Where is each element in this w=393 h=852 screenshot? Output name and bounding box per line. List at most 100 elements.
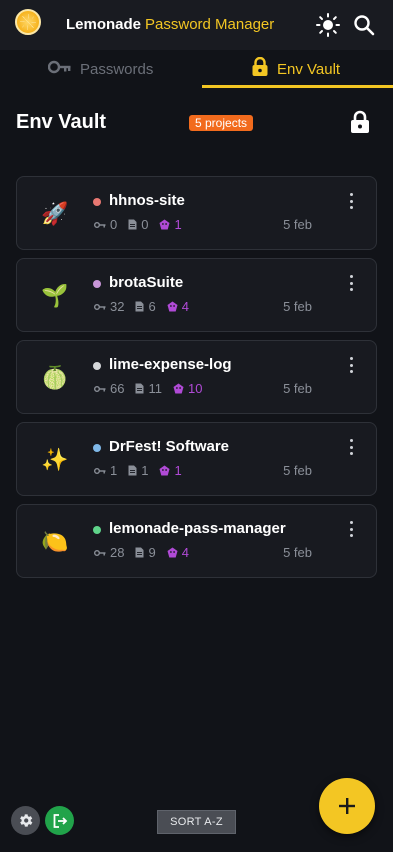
member-count-value: 4 — [181, 545, 189, 560]
app-title: Lemonade Password Manager — [66, 16, 274, 33]
file-count: 6 — [135, 299, 156, 314]
active-tab-indicator — [202, 85, 393, 88]
file-icon — [135, 301, 144, 312]
key-count: 28 — [94, 545, 124, 560]
add-project-button[interactable] — [319, 778, 375, 834]
file-count-value: 6 — [148, 299, 156, 314]
key-icon — [94, 385, 106, 392]
project-emoji-icon: ✨ — [41, 447, 69, 472]
more-options-icon[interactable] — [348, 439, 354, 455]
page-title: Env Vault — [16, 111, 107, 133]
key-icon — [94, 303, 106, 310]
file-icon — [135, 383, 144, 394]
key-count: 0 — [94, 217, 117, 232]
member-count: 1 — [159, 463, 182, 478]
key-count: 66 — [94, 381, 124, 396]
members-icon — [159, 465, 170, 476]
file-count-value: 9 — [148, 545, 156, 560]
key-count-value: 32 — [110, 299, 125, 314]
lock-icon — [251, 56, 269, 81]
project-date: 5 feb — [283, 217, 312, 232]
file-count: 0 — [128, 217, 148, 232]
app-header: Lemonade Password Manager — [0, 0, 393, 50]
file-count: 1 — [128, 463, 148, 478]
project-emoji-icon: 🚀 — [41, 201, 69, 226]
project-emoji-icon: 🍋 — [41, 529, 69, 554]
more-options-icon[interactable] — [348, 275, 354, 291]
project-stats: 28 9 4 — [94, 545, 200, 560]
more-options-icon[interactable] — [348, 521, 354, 537]
file-count-value: 11 — [148, 381, 162, 396]
plus-icon — [339, 798, 355, 814]
project-name: lemonade-pass-manager — [109, 520, 286, 537]
tab-passwords-label: Passwords — [80, 60, 154, 78]
project-card[interactable]: 🌱 brotaSuite 32 6 4 5 feb — [16, 258, 377, 332]
settings-button[interactable] — [11, 806, 40, 835]
key-count-value: 1 — [110, 463, 118, 478]
file-icon — [128, 465, 137, 476]
project-stats: 32 6 4 — [94, 299, 200, 314]
project-name: DrFest! Software — [109, 438, 230, 455]
logout-icon — [53, 813, 67, 828]
project-stats: 0 0 1 — [94, 217, 193, 232]
project-card[interactable]: 🍈 lime-expense-log 66 11 10 5 feb — [16, 340, 377, 414]
project-card[interactable]: 🚀 hhnos-site 0 0 1 5 feb — [16, 176, 377, 250]
key-icon — [94, 467, 106, 474]
project-emoji-icon: 🌱 — [41, 283, 69, 308]
file-count-value: 0 — [141, 217, 149, 232]
file-count: 11 — [135, 381, 162, 396]
project-stats: 1 1 1 — [94, 463, 193, 478]
key-icon — [94, 549, 106, 556]
search-icon[interactable] — [353, 14, 375, 36]
tab-env-vault[interactable]: Env Vault — [251, 50, 340, 88]
member-count-value: 1 — [174, 217, 182, 232]
member-count: 4 — [167, 299, 189, 314]
gear-icon — [20, 814, 33, 827]
logout-button[interactable] — [45, 806, 74, 835]
key-icon — [94, 221, 106, 228]
member-count: 10 — [173, 381, 202, 396]
status-dot — [93, 526, 101, 534]
project-name: brotaSuite — [109, 274, 184, 291]
members-icon — [167, 547, 178, 558]
key-count-value: 28 — [110, 545, 125, 560]
app-title-main: Lemonade — [66, 16, 142, 33]
key-icon — [47, 60, 72, 78]
key-count: 1 — [94, 463, 117, 478]
key-count-value: 0 — [110, 217, 118, 232]
lock-vault-icon[interactable] — [349, 110, 371, 134]
status-dot — [93, 280, 101, 288]
member-count: 1 — [159, 217, 182, 232]
member-count: 4 — [167, 545, 189, 560]
member-count-value: 1 — [174, 463, 182, 478]
project-count-badge: 5 projects — [189, 115, 254, 131]
more-options-icon[interactable] — [348, 357, 354, 373]
key-count-value: 66 — [110, 381, 125, 396]
project-card[interactable]: 🍋 lemonade-pass-manager 28 9 4 5 feb — [16, 504, 377, 578]
key-count: 32 — [94, 299, 124, 314]
project-date: 5 feb — [283, 381, 312, 396]
member-count-value: 4 — [181, 299, 189, 314]
tab-env-vault-label: Env Vault — [277, 60, 341, 78]
members-icon — [159, 219, 170, 230]
project-name: lime-expense-log — [109, 356, 232, 373]
tab-bar: Passwords Env Vault — [0, 50, 393, 88]
status-dot — [93, 362, 101, 370]
file-count: 9 — [135, 545, 156, 560]
sun-icon[interactable] — [316, 13, 340, 37]
app-title-accent: Password Manager — [145, 16, 275, 33]
project-card[interactable]: ✨ DrFest! Software 1 1 1 5 feb — [16, 422, 377, 496]
member-count-value: 10 — [187, 381, 203, 396]
tab-passwords[interactable]: Passwords — [47, 50, 154, 88]
project-date: 5 feb — [283, 545, 312, 560]
file-count-value: 1 — [141, 463, 149, 478]
project-name: hhnos-site — [109, 192, 185, 209]
more-options-icon[interactable] — [348, 193, 354, 209]
project-date: 5 feb — [283, 299, 312, 314]
lemon-logo-icon — [15, 9, 41, 35]
project-stats: 66 11 10 — [94, 381, 213, 396]
project-date: 5 feb — [283, 463, 312, 478]
sort-button[interactable]: SORT A-Z — [157, 810, 236, 834]
status-dot — [93, 198, 101, 206]
members-icon — [167, 301, 178, 312]
